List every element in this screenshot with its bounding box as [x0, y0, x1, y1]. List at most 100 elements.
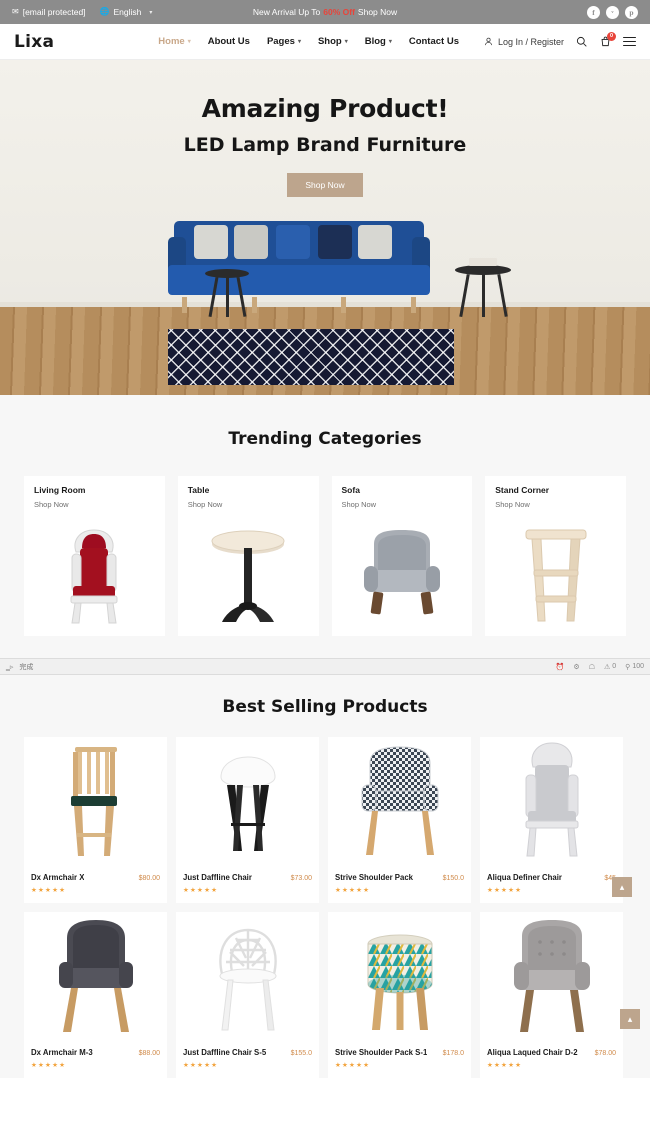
product-meta: Dx Armchair M-3 $88.00 ★★★★★: [24, 1042, 167, 1078]
product-price: $78.00: [594, 1050, 616, 1057]
pinterest-icon[interactable]: p: [625, 5, 638, 19]
product-card[interactable]: Dx Armchair M-3 $88.00 ★★★★★: [24, 912, 167, 1078]
site-header: Lixa Home ▾ About Us Pages ▾ Shop ▾ Blog…: [0, 24, 650, 60]
category-shop-link[interactable]: Shop Now: [342, 500, 463, 509]
category-image-red-throne-chair: [24, 518, 165, 630]
language-selector[interactable]: 🌐 English ▾: [100, 7, 153, 17]
chevron-down-icon: ▾: [388, 39, 392, 45]
zoom-icon[interactable]: ⚲ 100: [625, 663, 644, 671]
email-text: [email protected]: [22, 7, 86, 17]
product-rating-stars: ★★★★★: [31, 1062, 67, 1069]
product-name: Dx Armchair X: [31, 873, 85, 882]
product-rating-stars: ★★★★★: [487, 887, 523, 894]
product-meta: Aliqua Definer Chair $45 ★★★★★: [480, 867, 623, 903]
status-left: ‗▹ 完成: [6, 662, 33, 672]
category-card-table[interactable]: Table Shop Now: [177, 476, 319, 636]
login-label: Log In / Register: [497, 36, 564, 47]
product-meta: Aliqua Laqued Chair D-2 $78.00 ★★★★★: [480, 1042, 623, 1078]
history-icon[interactable]: ⏰: [556, 663, 565, 671]
category-grid: Living Room Shop Now Table Shop Now Sofa…: [0, 476, 650, 636]
category-name: Living Room: [34, 485, 86, 495]
nav-item-about-us[interactable]: About Us: [208, 36, 250, 47]
trending-categories-section: Trending Categories Living Room Shop Now: [0, 395, 650, 1029]
product-name: Just Daffline Chair S-5: [183, 1048, 267, 1057]
product-image-wooden-bar-stool: [24, 737, 167, 867]
product-card[interactable]: Just Daffline Chair S-5 $155.0 ★★★★★: [176, 912, 319, 1078]
product-card[interactable]: Just Daffline Chair $73.00 ★★★★★: [176, 737, 319, 903]
envelope-icon: ✉: [12, 7, 19, 16]
category-card-living-room[interactable]: Living Room Shop Now: [24, 476, 165, 636]
promo-cta[interactable]: Shop Now: [358, 7, 397, 17]
nav-item-blog[interactable]: Blog ▾: [365, 36, 392, 47]
site-logo[interactable]: Lixa: [14, 32, 54, 52]
settings-icon[interactable]: ⚙: [573, 663, 579, 671]
promo-message: New Arrival Up To 60% Off Shop Now: [253, 7, 397, 17]
product-name: Strive Shoulder Pack S-1: [335, 1048, 428, 1057]
scroll-to-top-button[interactable]: ▴: [612, 877, 632, 897]
cart-icon[interactable]: 0: [599, 32, 616, 48]
contact-email[interactable]: ✉ [email protected]: [12, 7, 86, 17]
shield-icon[interactable]: ☖: [589, 663, 595, 671]
product-rating-stars: ★★★★★: [183, 887, 219, 894]
hero-subtitle: LED Lamp Brand Furniture: [183, 134, 467, 156]
product-meta: Strive Shoulder Pack S-1 $178.0 ★★★★★: [328, 1042, 471, 1078]
notification-count: 0: [612, 663, 617, 670]
product-rating-stars: ★★★★★: [183, 1062, 219, 1069]
category-shop-link[interactable]: Shop Now: [188, 500, 309, 509]
hero-side-table-left: [205, 269, 249, 317]
product-image-ornate-throne: [480, 737, 623, 867]
nav-item-contact-us[interactable]: Contact Us: [409, 36, 459, 47]
notification-icon[interactable]: ⚠ 0: [604, 663, 616, 671]
product-name: Aliqua Definer Chair: [487, 873, 562, 882]
product-name: Dx Armchair M-3: [31, 1048, 93, 1057]
language-label: English: [113, 7, 142, 17]
nav-item-shop[interactable]: Shop ▾: [318, 36, 348, 47]
main-navigation: Home ▾ About Us Pages ▾ Shop ▾ Blog ▾ Co…: [158, 36, 459, 47]
facebook-icon[interactable]: f: [587, 5, 600, 19]
product-meta: Strive Shoulder Pack $150.0 ★★★★★: [328, 867, 471, 903]
hero-side-table-right: [455, 258, 511, 317]
category-shop-link[interactable]: Shop Now: [34, 500, 155, 509]
product-image-white-lattice-chair: [176, 912, 319, 1042]
scroll-to-top-button[interactable]: ▴: [620, 1009, 640, 1029]
product-card[interactable]: Dx Armchair X $80.00 ★★★★★: [24, 737, 167, 903]
product-price: $178.0: [442, 1050, 464, 1057]
status-right: ⏰ ⚙ ☖ ⚠ 0 ⚲ 100: [556, 663, 644, 671]
product-price: $73.00: [290, 875, 312, 882]
product-card[interactable]: Strive Shoulder Pack S-1 $178.0 ★★★★★: [328, 912, 471, 1078]
product-card[interactable]: Strive Shoulder Pack $150.0 ★★★★★: [328, 737, 471, 903]
product-rating-stars: ★★★★★: [31, 887, 67, 894]
social-links: f ᵛ p: [587, 5, 638, 19]
product-card[interactable]: Aliqua Laqued Chair D-2 $78.00 ★★★★★: [480, 912, 623, 1078]
page-root: ✉ [email protected] 🌐 English ▾ New Arri…: [0, 0, 650, 1124]
product-meta: Just Daffline Chair S-5 $155.0 ★★★★★: [176, 1042, 319, 1078]
product-rating-stars: ★★★★★: [335, 1062, 371, 1069]
nav-label: About Us: [207, 36, 250, 47]
category-image-round-table: [178, 518, 319, 630]
hero-text-block: Amazing Product! LED Lamp Brand Furnitur…: [0, 60, 650, 197]
product-card[interactable]: Aliqua Definer Chair $45 ★★★★★: [480, 737, 623, 903]
login-register-link[interactable]: Log In / Register: [482, 35, 564, 48]
user-icon: [482, 35, 495, 48]
category-card-stand-corner[interactable]: Stand Corner Shop Now: [485, 476, 626, 636]
trending-section-title: Trending Categories: [228, 429, 422, 449]
product-meta: Dx Armchair X $80.00 ★★★★★: [24, 867, 167, 903]
hero-rug-decoration: [168, 329, 454, 385]
nav-item-pages[interactable]: Pages ▾: [267, 36, 301, 47]
product-rating-stars: ★★★★★: [487, 1062, 523, 1069]
twitter-icon[interactable]: ᵛ: [606, 5, 619, 19]
category-image-grey-armchair: [332, 518, 473, 630]
product-price: $150.0: [442, 875, 464, 882]
product-name: Strive Shoulder Pack: [335, 873, 413, 882]
hamburger-menu-icon[interactable]: [623, 36, 636, 47]
search-icon[interactable]: [575, 35, 588, 48]
product-name: Just Daffline Chair: [183, 873, 252, 882]
promo-prefix: New Arrival Up To: [252, 7, 321, 17]
category-shop-link[interactable]: Shop Now: [495, 500, 616, 509]
zoom-level: 100: [632, 663, 644, 670]
nav-item-home[interactable]: Home ▾: [158, 36, 190, 47]
nav-label: Blog: [364, 36, 386, 47]
product-image-houndstooth-armchair: [328, 737, 471, 867]
hero-shop-now-button[interactable]: Shop Now: [287, 173, 363, 197]
category-card-sofa[interactable]: Sofa Shop Now: [331, 476, 473, 636]
